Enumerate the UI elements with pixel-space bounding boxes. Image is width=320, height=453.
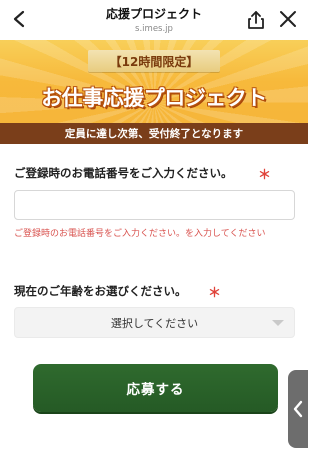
caret-down-icon	[272, 320, 284, 326]
page-title: 応援プロジェクト	[105, 7, 202, 21]
close-button[interactable]	[279, 10, 297, 28]
phone-question-label: ご登録時のお電話番号をご入力ください。	[14, 166, 233, 180]
banner-headline: お仕事応援プロジェクト	[41, 86, 267, 110]
campaign-banner: 【12時間限定】 お仕事応援プロジェクト 定員に達し次第、受付終了となります	[0, 40, 308, 144]
banner-ribbon: 【12時間限定】	[88, 50, 220, 72]
submit-button[interactable]: 応募する	[33, 364, 278, 412]
chevron-left-icon	[13, 10, 25, 28]
phone-error-message: ご登録時のお電話番号をご入力ください。を入力してください	[14, 229, 266, 239]
share-button[interactable]	[247, 10, 265, 30]
phone-input[interactable]	[14, 190, 295, 220]
back-button[interactable]	[8, 8, 30, 30]
side-drawer-tab[interactable]	[288, 370, 308, 448]
close-icon	[280, 11, 296, 27]
age-select[interactable]: 選択してください	[14, 307, 295, 338]
age-required-mark: ＊	[208, 286, 222, 301]
share-icon	[248, 11, 264, 29]
phone-required-mark: ＊	[258, 168, 272, 183]
page-domain: s.imes.jp	[135, 24, 173, 34]
age-select-value: 選択してください	[110, 316, 199, 330]
top-navigation-bar: 応援プロジェクト s.imes.jp	[0, 0, 308, 40]
chevron-left-icon	[293, 400, 303, 418]
age-question-label: 現在のご年齢をお選びください。	[14, 284, 187, 298]
banner-notice: 定員に達し次第、受付終了となります	[0, 123, 308, 144]
